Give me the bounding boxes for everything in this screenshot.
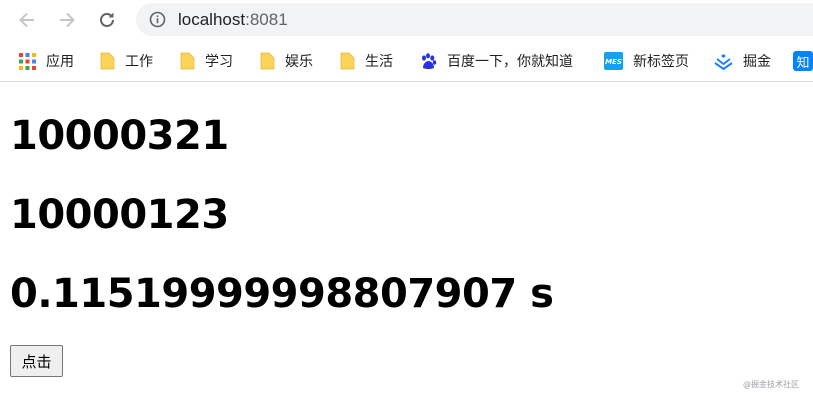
bookmark-baidu[interactable]: 百度一下，你就知道 [420, 51, 573, 71]
forward-button[interactable] [54, 7, 80, 33]
reload-icon [100, 12, 114, 27]
bookmark-label: 应用 [46, 54, 74, 70]
zhihu-label: 知 [796, 55, 810, 71]
bookmark-folder-life[interactable]: 生活 [340, 51, 393, 71]
elapsed-time: 0.11519999998807907 s [10, 271, 554, 317]
bookmark-label: 娱乐 [285, 54, 313, 70]
juejin-icon [714, 53, 733, 70]
arrow-left-icon [19, 12, 34, 28]
bookmark-label: 掘金 [743, 54, 771, 70]
watermark: @掘金技术社区 [743, 380, 799, 389]
baidu-paw-icon [422, 52, 437, 69]
zhihu-icon: 知 [793, 51, 813, 71]
folder-icon [180, 52, 195, 70]
result-value-2: 10000123 [10, 192, 229, 238]
result-value-1: 10000321 [10, 113, 229, 159]
bookmark-zhihu[interactable]: 知 [793, 51, 813, 71]
bookmark-label: 百度一下，你就知道 [447, 54, 573, 70]
mes-icon: MES [604, 52, 623, 70]
info-icon[interactable] [149, 11, 166, 28]
bookmark-apps[interactable]: 应用 [19, 51, 74, 71]
reload-button[interactable] [94, 7, 120, 33]
svg-text:MES: MES [605, 58, 622, 66]
bookmark-label: 生活 [365, 54, 393, 70]
bookmark-label: 新标签页 [633, 54, 689, 70]
apps-grid-icon [19, 52, 36, 70]
bookmark-label: 工作 [125, 54, 153, 70]
folder-icon [260, 52, 275, 70]
bookmark-label: 学习 [205, 54, 233, 70]
bookmark-folder-entertainment[interactable]: 娱乐 [260, 51, 313, 71]
click-button[interactable]: 点击 [10, 345, 63, 377]
folder-icon [100, 52, 115, 70]
url-port: :8081 [245, 10, 288, 29]
browser-toolbar: localhost:8081 [0, 0, 813, 40]
bookmark-new-tab[interactable]: MES 新标签页 [604, 51, 689, 71]
url-host: localhost [178, 10, 246, 29]
page-content: 10000321 10000123 0.11519999998807907 s … [0, 82, 813, 395]
bookmark-folder-work[interactable]: 工作 [100, 51, 153, 71]
folder-icon [340, 52, 355, 70]
bookmark-juejin[interactable]: 掘金 [714, 51, 771, 71]
address-bar[interactable]: localhost:8081 [136, 3, 813, 36]
arrow-right-icon [60, 12, 75, 28]
bookmark-folder-study[interactable]: 学习 [180, 51, 233, 71]
back-button[interactable] [14, 7, 40, 33]
bookmarks-bar: 应用 工作 学习 娱乐 生活 百度一下，你就知道 MES 新标签页 掘金 知 [0, 40, 813, 82]
url-text: localhost:8081 [178, 10, 288, 30]
